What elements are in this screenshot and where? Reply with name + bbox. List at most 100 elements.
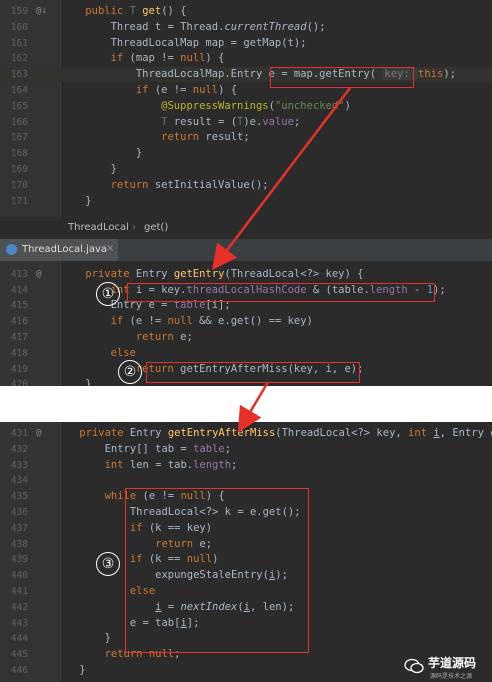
code-text[interactable]: ThreadLocalMap map = getMap(t);	[60, 36, 307, 51]
code-token: Entry	[135, 267, 174, 280]
code-text[interactable]: }	[54, 631, 111, 646]
line-number[interactable]: 417	[6, 330, 28, 345]
line-number[interactable]: 161	[6, 36, 28, 51]
code-line[interactable]: 164 if (e != null) {	[0, 83, 492, 98]
line-number[interactable]: 437	[6, 521, 28, 536]
code-text[interactable]: }	[60, 377, 91, 386]
code-line[interactable]: 168 }	[0, 146, 492, 161]
code-line[interactable]: 170 return setInitialValue();	[0, 178, 492, 193]
code-token: }	[60, 194, 92, 207]
override-gutter-icon[interactable]: @↓	[36, 4, 47, 19]
code-line[interactable]: 431 private Entry getEntryAfterMiss(Thre…	[0, 426, 492, 441]
code-line[interactable]: 169 }	[0, 162, 492, 177]
tab-label: ThreadLocal.java	[22, 244, 108, 255]
line-number[interactable]: 435	[6, 489, 28, 504]
line-number[interactable]: 167	[6, 130, 28, 145]
line-number[interactable]: 416	[6, 314, 28, 329]
code-text[interactable]: }	[54, 663, 85, 678]
code-text[interactable]: if (e != null) {	[60, 83, 237, 98]
line-number[interactable]: 168	[6, 146, 28, 161]
line-number[interactable]: 165	[6, 99, 28, 114]
line-number[interactable]: 169	[6, 162, 28, 177]
code-text[interactable]: private Entry getEntryAfterMiss(ThreadLo…	[54, 426, 492, 441]
code-line[interactable]: 161 ThreadLocalMap map = getMap(t);	[0, 36, 492, 51]
breadcrumb-class[interactable]: ThreadLocal	[68, 222, 129, 233]
line-number[interactable]: 436	[6, 505, 28, 520]
callout-two: ②	[118, 360, 142, 384]
line-number[interactable]: 433	[6, 458, 28, 473]
line-number[interactable]: 439	[6, 552, 28, 567]
line-number[interactable]: 443	[6, 616, 28, 631]
code-text[interactable]: Entry[] tab = table;	[54, 442, 231, 457]
line-number[interactable]: 166	[6, 115, 28, 130]
code-line[interactable]: 413 private Entry getEntry(ThreadLocal<?…	[0, 267, 492, 282]
code-text[interactable]: return result;	[60, 130, 250, 145]
code-text[interactable]: }	[60, 162, 117, 177]
line-number[interactable]: 441	[6, 584, 28, 599]
code-text[interactable]: }	[60, 194, 92, 209]
code-text[interactable]: return e;	[60, 330, 193, 345]
code-line[interactable]: 165 @SuppressWarnings("unchecked")	[0, 99, 492, 114]
code-text[interactable]: T result = (T)e.value;	[60, 115, 300, 130]
tab-threadlocal-java[interactable]: ThreadLocal.java ×	[0, 239, 118, 263]
line-number[interactable]: 438	[6, 537, 28, 552]
line-number[interactable]: 445	[6, 647, 28, 662]
line-number[interactable]: 415	[6, 298, 28, 313]
code-token: )	[344, 99, 351, 112]
line-number[interactable]: 418	[6, 346, 28, 361]
watermark-logo: 芋道源码 源码是技术之源	[404, 650, 492, 682]
code-text[interactable]: return setInitialValue();	[60, 178, 269, 193]
line-number[interactable]: 419	[6, 362, 28, 377]
code-text[interactable]: if (map != null) {	[60, 51, 225, 66]
line-number[interactable]: 432	[6, 442, 28, 457]
line-number[interactable]: 414	[6, 283, 28, 298]
code-text[interactable]: else	[60, 346, 136, 361]
line-number[interactable]: 442	[6, 600, 28, 615]
breadcrumb-method[interactable]: get()	[144, 222, 168, 233]
code-line[interactable]: 417 return e;	[0, 330, 492, 345]
code-text[interactable]: Thread t = Thread.currentThread();	[60, 20, 326, 35]
line-number[interactable]: 431	[6, 426, 28, 441]
code-text[interactable]: public T get() {	[60, 4, 186, 19]
close-icon[interactable]: ×	[106, 243, 114, 254]
line-number[interactable]: 160	[6, 20, 28, 35]
code-token: getEntry	[173, 267, 225, 280]
line-number[interactable]: 420	[6, 377, 28, 386]
code-line[interactable]: 418 else	[0, 346, 492, 361]
override-gutter-icon[interactable]: @	[36, 426, 41, 441]
line-number[interactable]: 446	[6, 663, 28, 678]
code-line[interactable]: 432 Entry[] tab = table;	[0, 442, 492, 457]
code-line[interactable]: 433 int len = tab.length;	[0, 458, 492, 473]
line-number[interactable]: 170	[6, 178, 28, 193]
line-number[interactable]: 413	[6, 267, 28, 282]
line-number[interactable]: 164	[6, 83, 28, 98]
code-line[interactable]: 434	[0, 473, 492, 488]
line-number[interactable]: 434	[6, 473, 28, 488]
code-text[interactable]: }	[60, 146, 142, 161]
line-number[interactable]: 440	[6, 568, 28, 583]
code-text[interactable]: if (e != null && e.get() == key)	[60, 314, 313, 329]
line-number[interactable]: 163	[6, 67, 28, 82]
code-line[interactable]	[0, 261, 492, 266]
code-text[interactable]: @SuppressWarnings("unchecked")	[60, 99, 351, 114]
line-number[interactable]: 159	[6, 4, 28, 19]
line-number[interactable]: 162	[6, 51, 28, 66]
code-line[interactable]: 171 }	[0, 194, 492, 209]
line-number[interactable]: 444	[6, 631, 28, 646]
override-gutter-icon[interactable]: @	[36, 267, 41, 282]
code-line[interactable]: 160 Thread t = Thread.currentThread();	[0, 20, 492, 35]
line-number[interactable]: 171	[6, 194, 28, 209]
highlight-box-return-miss	[146, 362, 360, 383]
code-line[interactable]: 166 T result = (T)e.value;	[0, 115, 492, 130]
code-text[interactable]: private Entry getEntry(ThreadLocal<?> ke…	[60, 267, 363, 282]
code-line[interactable]: 159 public T get() { @↓	[0, 4, 492, 19]
code-line[interactable]: 162 if (map != null) {	[0, 51, 492, 66]
code-token: int	[104, 458, 130, 471]
code-line[interactable]: 167 return result;	[0, 130, 492, 145]
code-text[interactable]: int len = tab.length;	[54, 458, 238, 473]
code-line[interactable]: 416 if (e != null && e.get() == key)	[0, 314, 492, 329]
code-line[interactable]: 163 ThreadLocalMap.Entry e = map.getEntr…	[0, 67, 492, 83]
